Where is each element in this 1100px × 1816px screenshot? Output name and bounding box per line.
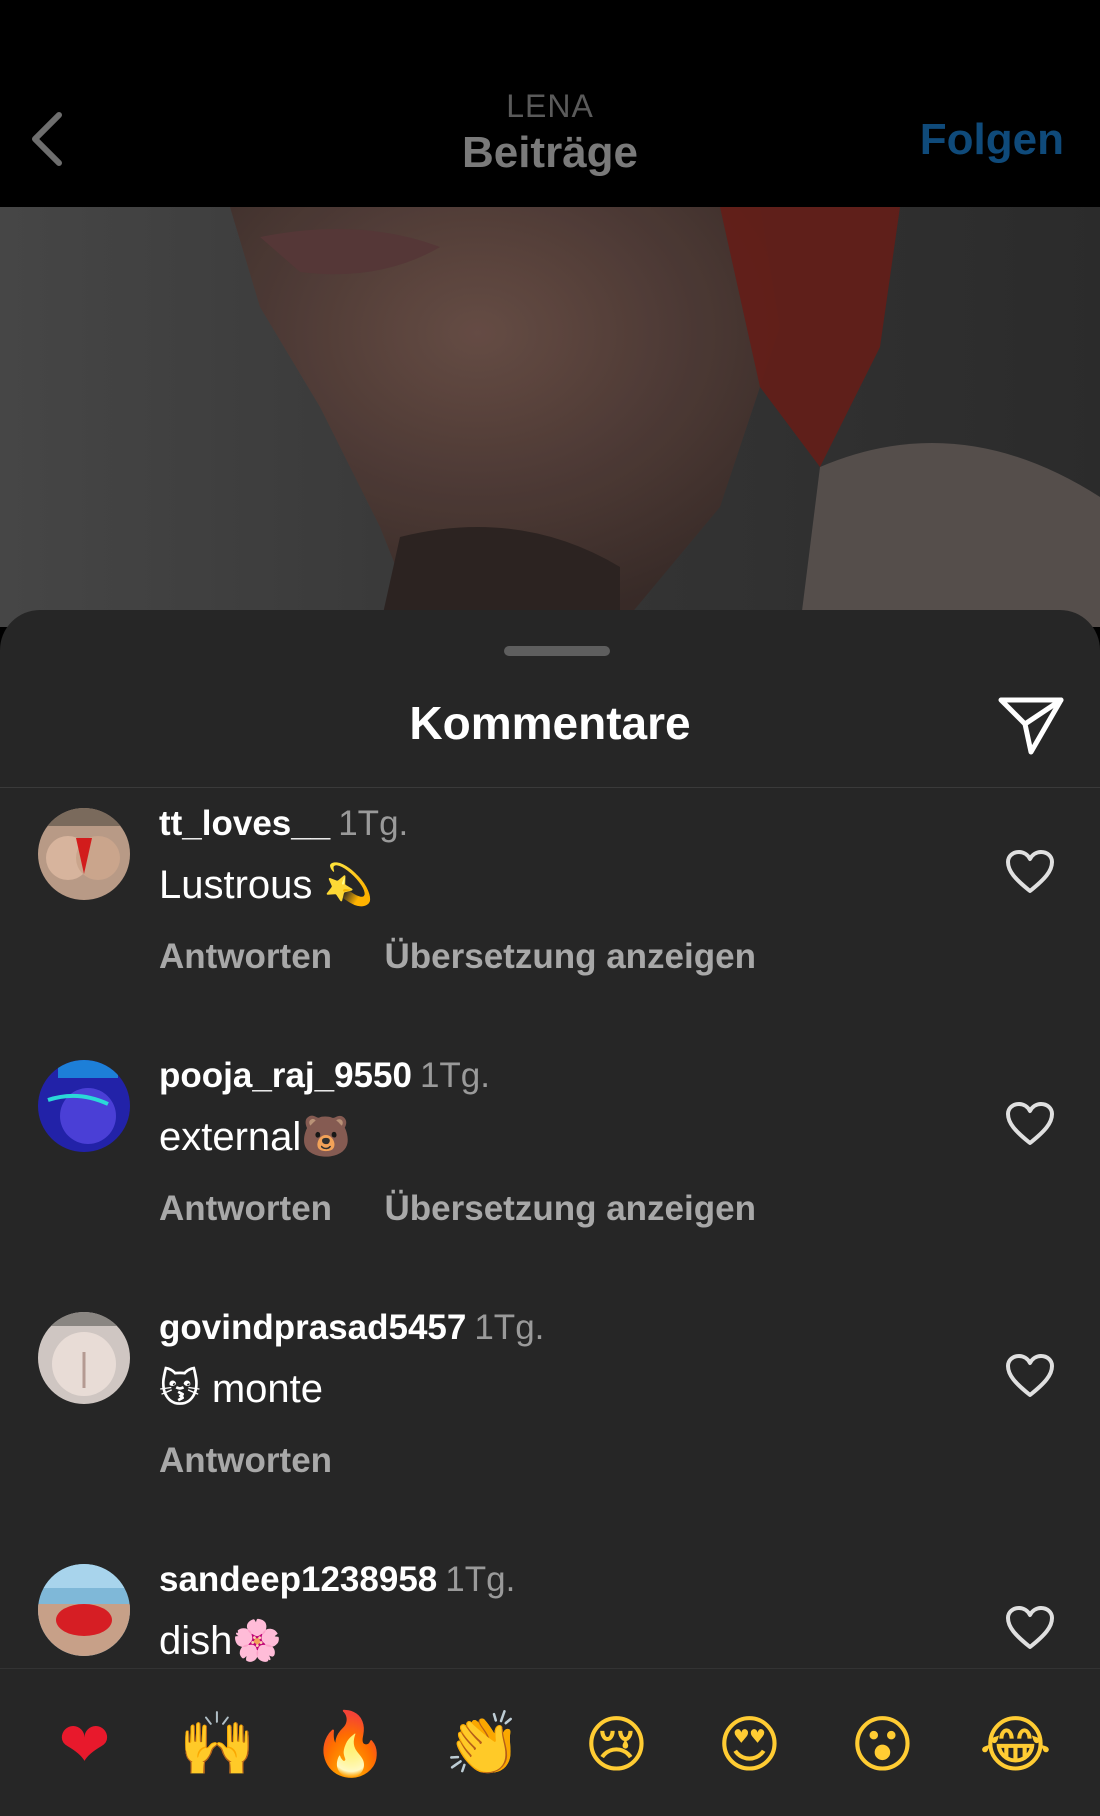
dizzy-emoji-icon: 💫 [323,862,374,908]
bear-emoji-icon: 🐻 [301,1114,352,1160]
raising-hands-emoji-button[interactable]: 🙌 [163,1699,273,1789]
emoji-reaction-bar: ❤ 🙌 🔥 👏 😢 😍 😮 😂 [0,1668,1100,1816]
comment-body: govindprasad5457 1Tg. 😽 monte Antworten [159,1304,979,1494]
comments-sheet: Kommentare tt_loves__ 1Tg. Lustrous 💫 An… [0,610,1100,1816]
comment-text-content: dish [159,1619,233,1663]
comment-body: tt_loves__ 1Tg. Lustrous 💫 Antworten Über… [159,800,979,990]
reply-button[interactable]: Antworten [159,1435,332,1487]
comment-timestamp: 1Tg. [338,804,409,843]
surprised-face-emoji-button[interactable]: 😮 [828,1699,938,1789]
screen: LENA Beiträge Folgen Kommentare tt_loves… [0,0,1100,1816]
avatar[interactable] [38,1060,130,1152]
reply-button[interactable]: Antworten [159,931,332,983]
comment-username[interactable]: govindprasad5457 [159,1308,466,1347]
share-button[interactable] [996,690,1066,760]
paper-plane-icon [998,697,1064,755]
comment-text: dish🌸 [159,1611,979,1671]
fire-emoji-button[interactable]: 🔥 [296,1699,406,1789]
dim-overlay [0,207,1100,627]
comment-username[interactable]: tt_loves__ [159,804,330,843]
comment-text-content: Lustrous [159,863,313,907]
comment-text: Lustrous 💫 [159,855,979,915]
heart-outline-icon [1006,1606,1054,1649]
red-heart-emoji-button[interactable]: ❤ [30,1699,140,1789]
comment-username[interactable]: sandeep1238958 [159,1560,437,1599]
clapping-hands-emoji-button[interactable]: 👏 [429,1699,539,1789]
reaction-list: ❤ 🙌 🔥 👏 😢 😍 😮 😂 [0,1699,1100,1789]
heart-outline-icon [1006,1102,1054,1145]
tears-of-joy-emoji-button[interactable]: 😂 [961,1699,1071,1789]
comment-text: external🐻 [159,1107,979,1167]
comment-text-content: monte [211,1367,323,1411]
like-comment-button[interactable] [998,1596,1062,1660]
comment-actions: Antworten [159,1435,979,1494]
show-translation-button[interactable]: Übersetzung anzeigen [385,1183,756,1235]
reply-button[interactable]: Antworten [159,1183,332,1235]
heart-eyes-emoji-button[interactable]: 😍 [695,1699,805,1789]
sheet-grabber-handle[interactable] [504,646,610,656]
avatar[interactable] [38,808,130,900]
heart-outline-icon [1006,850,1054,893]
like-comment-button[interactable] [998,1344,1062,1408]
cherry-blossom-emoji-icon: 🌸 [232,1618,283,1664]
comment-text: 😽 monte [159,1359,979,1419]
comment-body: pooja_raj_9550 1Tg. external🐻 Antworten Ü… [159,1052,979,1242]
sheet-divider [0,787,1100,788]
like-comment-button[interactable] [998,1092,1062,1156]
sheet-title: Kommentare [409,697,691,749]
comment-username[interactable]: pooja_raj_9550 [159,1056,412,1095]
comment-body: sandeep1238958 1Tg. dish🌸 [159,1556,979,1671]
comment-timestamp: 1Tg. [445,1560,516,1599]
avatar[interactable] [38,1312,130,1404]
top-navigation-bar: LENA Beiträge Folgen [0,0,1100,207]
heart-outline-icon [1006,1354,1054,1397]
like-comment-button[interactable] [998,840,1062,904]
comment-timestamp: 1Tg. [419,1056,490,1095]
comment-text-content: external [159,1115,302,1159]
crying-face-emoji-button[interactable]: 😢 [562,1699,672,1789]
show-translation-button[interactable]: Übersetzung anzeigen [385,931,756,983]
follow-button[interactable]: Folgen [920,110,1064,170]
comment-actions: Antworten Übersetzung anzeigen [159,1183,979,1242]
kissing-cat-emoji-icon: 😽 [159,1366,201,1412]
comment-timestamp: 1Tg. [474,1308,545,1347]
comment-actions: Antworten Übersetzung anzeigen [159,931,979,990]
avatar[interactable] [38,1564,130,1656]
post-image [0,207,1100,627]
